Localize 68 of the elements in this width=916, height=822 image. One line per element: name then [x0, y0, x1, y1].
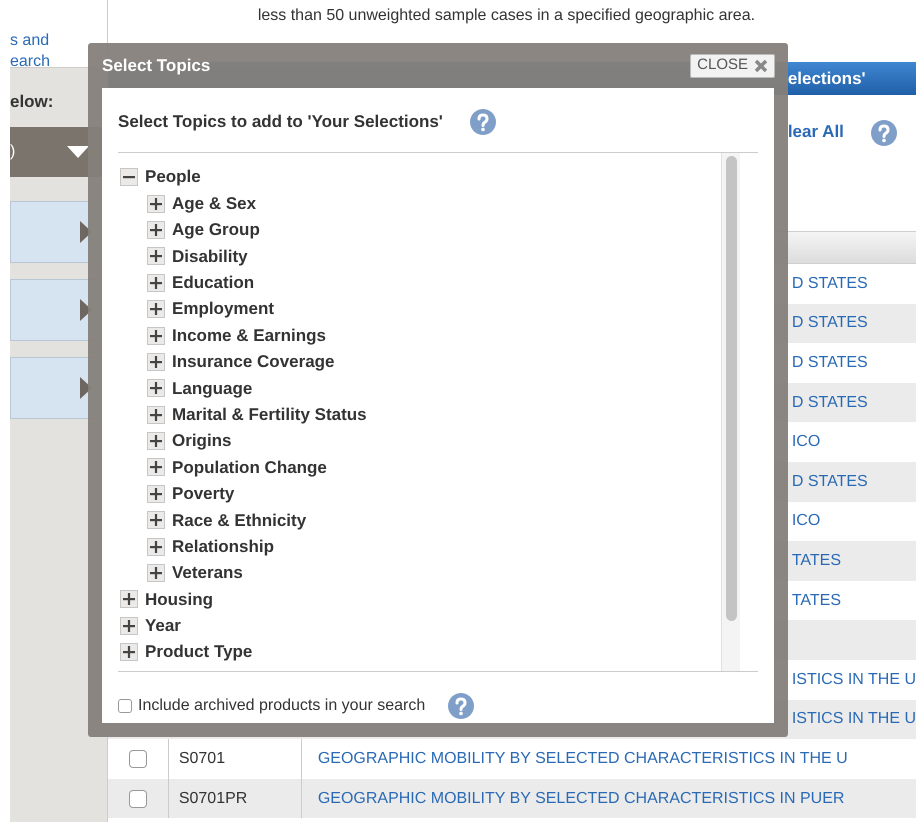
tree-item[interactable]: Age & Sex — [172, 190, 256, 216]
table-link[interactable]: TATES — [792, 548, 842, 573]
expand-icon[interactable] — [147, 194, 165, 213]
help-icon[interactable] — [447, 692, 476, 720]
expand-icon[interactable] — [120, 590, 138, 608]
expand-icon[interactable] — [147, 352, 165, 371]
collapse-icon[interactable] — [120, 168, 138, 186]
tree-item[interactable]: Marital & Fertility Status — [172, 402, 367, 428]
close-icon — [754, 58, 768, 72]
table-link[interactable]: TATES — [792, 588, 842, 613]
archived-checkbox[interactable] — [118, 699, 132, 713]
clear-all-link[interactable]: lear All — [788, 119, 844, 144]
tree-item[interactable]: Poverty — [172, 481, 234, 507]
caret-icon — [66, 146, 89, 158]
tree-item[interactable]: People — [145, 164, 201, 190]
modal-heading: Select Topics to add to 'Your Selections' — [118, 111, 443, 134]
tree-item[interactable]: Veterans — [172, 560, 243, 586]
expand-icon[interactable] — [147, 300, 165, 318]
expand-icon[interactable] — [147, 458, 165, 476]
table-link[interactable]: ISTICS IN THE U — [792, 668, 916, 692]
note-text: less than 50 unweighted sample cases in a specified geographic area. — [256, 6, 756, 26]
row-checkbox[interactable] — [128, 750, 147, 768]
table-link[interactable]: ICO — [792, 509, 820, 534]
table-link[interactable]: GEOGRAPHIC MOBILITY BY SELECTED CHARACTERISTICS IN PUER — [300, 778, 844, 818]
checkbox-label: Include archived products in your search — [138, 696, 426, 716]
tree-item[interactable]: Population Change — [172, 454, 327, 480]
expand-icon[interactable] — [147, 406, 165, 424]
tree-item[interactable]: Income & Earnings — [172, 322, 326, 348]
tree-item[interactable]: Year — [145, 613, 181, 639]
expand-icon[interactable] — [147, 247, 165, 266]
expand-icon[interactable] — [147, 484, 165, 503]
table-link[interactable]: D STATES — [792, 272, 868, 296]
help-icon[interactable] — [468, 108, 497, 136]
search-link[interactable]: s and earch — [10, 30, 50, 72]
table-link[interactable]: ICO — [792, 430, 820, 454]
table-link[interactable]: D STATES — [792, 350, 868, 375]
sidebar-heading: elow: — [10, 91, 54, 113]
tree-item[interactable]: Age Group — [172, 217, 260, 243]
table-link[interactable]: ISTICS IN THE U — [792, 707, 916, 732]
scrollbar[interactable] — [721, 153, 740, 671]
tree-item[interactable]: Education — [172, 270, 254, 296]
expand-icon[interactable] — [120, 643, 138, 662]
tree-item[interactable]: Employment — [172, 296, 274, 322]
row-checkbox[interactable] — [128, 790, 147, 808]
tree-item[interactable]: Relationship — [172, 534, 274, 560]
expand-icon[interactable] — [147, 538, 165, 556]
tree-item[interactable]: Housing — [145, 586, 213, 612]
expand-icon[interactable] — [147, 564, 165, 582]
expand-icon[interactable] — [147, 379, 165, 398]
help-icon[interactable] — [870, 119, 898, 147]
expand-icon[interactable] — [147, 432, 165, 450]
table-link[interactable]: D STATES — [792, 390, 868, 415]
expand-icon[interactable] — [147, 274, 165, 292]
tree-item[interactable]: Origins — [172, 428, 232, 454]
table-link[interactable]: D STATES — [792, 470, 868, 494]
table-link[interactable]: D STATES — [792, 311, 868, 336]
table-cell: S0701PR — [168, 778, 301, 818]
expand-icon[interactable] — [147, 326, 165, 345]
scrollbar-thumb[interactable] — [726, 156, 736, 621]
tree-item[interactable]: Disability — [172, 244, 248, 270]
expand-icon[interactable] — [147, 511, 165, 530]
expand-icon[interactable] — [120, 616, 138, 635]
tree-item[interactable]: Insurance Coverage — [172, 349, 335, 375]
tree-item[interactable]: Race & Ethnicity — [172, 508, 306, 534]
expand-icon[interactable] — [147, 220, 165, 239]
close-button[interactable]: CLOSE — [690, 54, 775, 78]
tree-item[interactable]: Product Type — [145, 639, 252, 665]
tree-item[interactable]: Language — [172, 376, 252, 402]
